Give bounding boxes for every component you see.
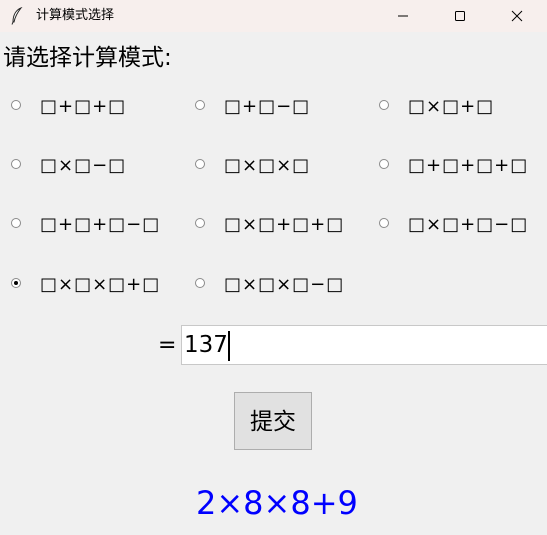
mode-option-label: □×□+□−□ (408, 214, 529, 235)
result-expression: 2×8×8+9 (196, 484, 358, 522)
mode-option-label: □×□+□+□ (224, 214, 345, 235)
radio-button[interactable] (379, 159, 389, 169)
close-icon (511, 10, 523, 22)
prompt-label: 请选择计算模式: (3, 45, 172, 71)
minimize-button[interactable] (380, 0, 426, 32)
radio-button[interactable] (379, 100, 389, 110)
radio-button[interactable] (195, 278, 205, 288)
maximize-icon (455, 11, 465, 21)
text-caret (228, 331, 230, 361)
submit-button[interactable]: 提交 (234, 392, 312, 450)
maximize-button[interactable] (437, 0, 483, 32)
mode-option-label: □+□+□ (40, 96, 127, 117)
window-title: 计算模式选择 (36, 8, 115, 23)
mode-option-label: □×□×□ (224, 155, 311, 176)
feather-icon (10, 6, 24, 25)
radio-button[interactable] (11, 159, 21, 169)
mode-option-label: □×□×□+□ (40, 274, 161, 295)
mode-option-label: □×□+□ (408, 96, 495, 117)
mode-option-label: □+□−□ (224, 96, 311, 117)
close-button[interactable] (494, 0, 540, 32)
radio-button[interactable] (11, 100, 21, 110)
radio-button[interactable] (11, 218, 21, 228)
radio-button[interactable] (195, 100, 205, 110)
mode-option-label: □+□+□+□ (408, 155, 529, 176)
radio-button-selected[interactable] (11, 278, 21, 288)
mode-option-label: □×□×□−□ (224, 274, 345, 295)
minimize-icon (398, 15, 408, 17)
radio-button[interactable] (195, 159, 205, 169)
title-bar: 计算模式选择 (0, 0, 547, 32)
radio-button[interactable] (379, 218, 389, 228)
mode-option-label: □×□−□ (40, 155, 127, 176)
equals-label: = (158, 333, 177, 358)
answer-input[interactable] (181, 325, 547, 365)
radio-button[interactable] (195, 218, 205, 228)
mode-option-label: □+□+□−□ (40, 214, 161, 235)
